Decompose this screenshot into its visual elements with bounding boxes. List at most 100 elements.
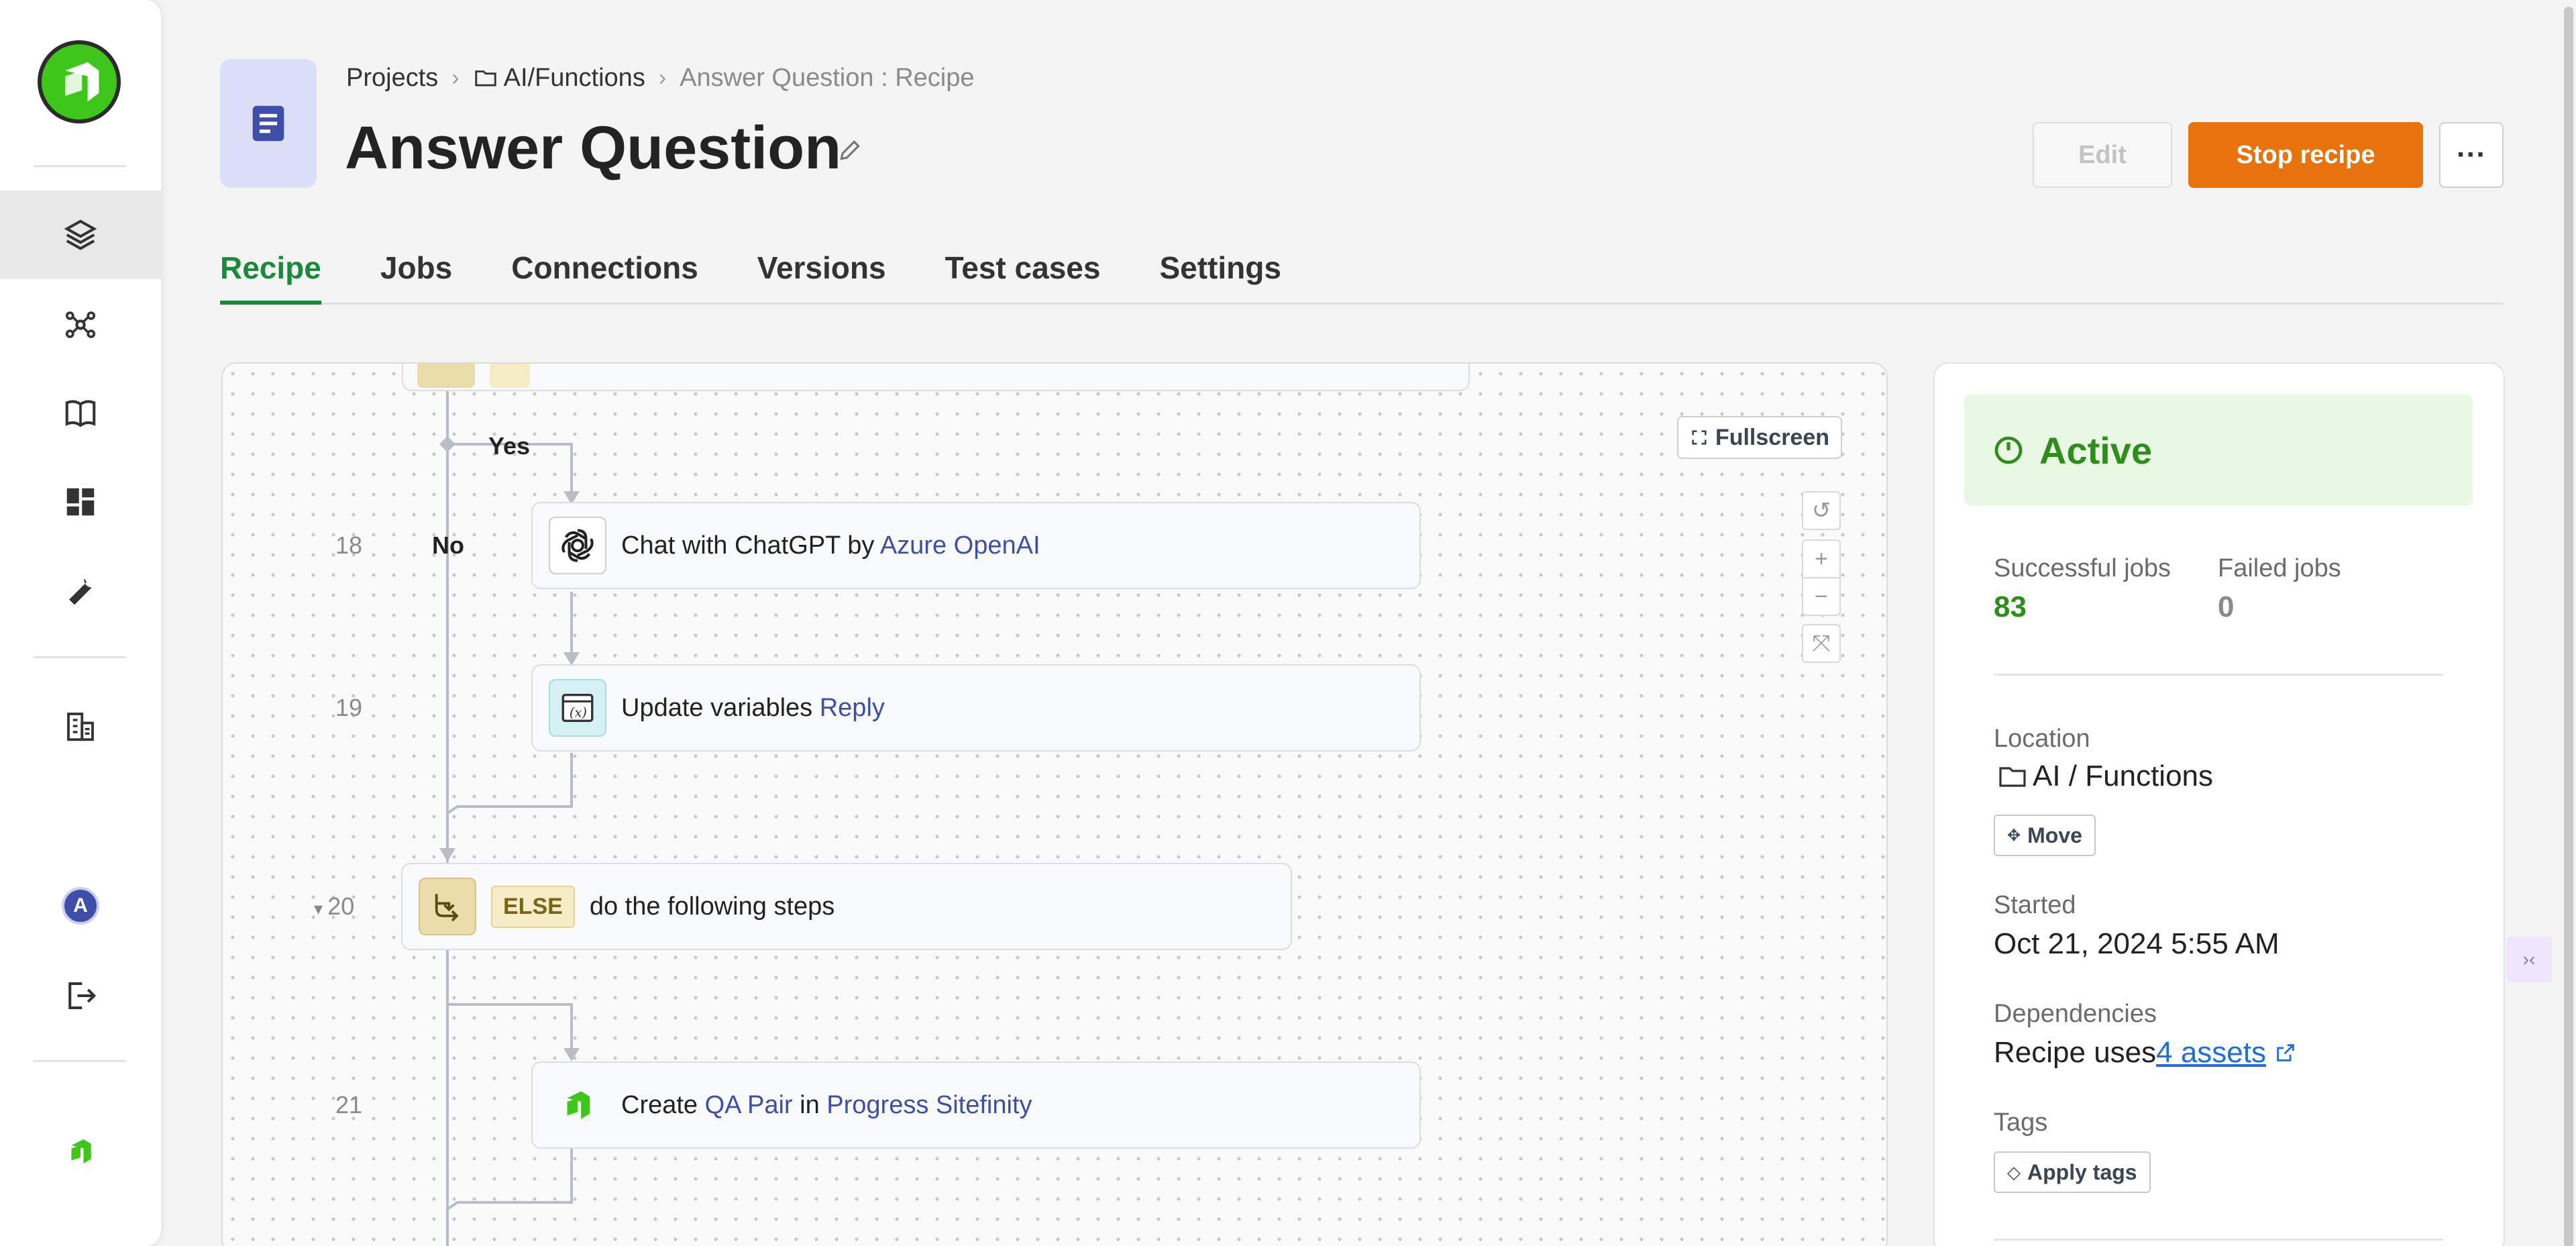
stop-recipe-button[interactable]: Stop recipe [2188,122,2423,188]
layers-icon [64,219,97,250]
reset-icon: ↺ [1811,498,1831,523]
tab-recipe[interactable]: Recipe [220,247,321,305]
sitefinity-icon [549,1076,606,1134]
nav-sign-out[interactable] [0,951,161,1040]
nav-organization[interactable] [0,682,161,770]
tags-label: Tags [1994,1108,2048,1137]
failed-jobs-label: Failed jobs [2218,554,2341,582]
edit-button[interactable]: Edit [2033,122,2172,188]
zoom-out-button[interactable]: − [1802,577,1841,616]
folder-icon [1999,767,2026,787]
location-text: AI / Functions [2033,760,2214,792]
collapse-caret-icon[interactable]: ▾ [314,898,327,919]
tab-jobs[interactable]: Jobs [380,247,452,305]
step-text: Chat with ChatGPT by Azure OpenAI [621,531,1040,560]
chevron-right-icon: › [658,64,667,91]
step-app-link[interactable]: Azure OpenAI [880,531,1040,560]
reset-view-button[interactable]: ↺ [1802,491,1841,530]
step-action: Chat with ChatGPT by [621,531,880,560]
nav-account[interactable]: A [0,862,161,950]
building-icon [67,713,94,741]
status-label: Active [2039,429,2153,472]
minus-icon: − [1815,583,1828,609]
panel-divider [1994,1239,2443,1241]
successful-jobs-count[interactable]: 83 [1994,590,2027,624]
tab-settings[interactable]: Settings [1159,247,1281,305]
step-text: Update variables Reply [621,694,885,723]
tab-test-cases[interactable]: Test cases [945,247,1101,305]
page-scrollbar[interactable] [2563,0,2576,1246]
pencil-icon[interactable] [837,138,863,163]
assets-link[interactable]: 4 assets [2156,1036,2266,1070]
fullscreen-button[interactable]: Fullscreen [1677,416,1842,459]
apply-tags-button[interactable]: ◇ Apply tags [1994,1151,2151,1193]
panel-divider [1994,674,2443,676]
move-label: Move [2027,823,2082,847]
progress-logo-icon [71,1139,91,1163]
step-in: in [792,1090,827,1119]
step-update-variables[interactable]: (x) Update variables Reply [531,664,1421,751]
breadcrumb-folder-label: AI/Functions [503,63,645,92]
scrollbar-thumb[interactable] [2564,7,2573,1246]
started-label: Started [1994,891,2076,919]
recipe-tabs: Recipe Jobs Connections Versions Test ca… [220,247,2504,305]
nav-dashboard[interactable] [0,458,161,546]
fit-view-button[interactable]: ⤧ [1802,624,1841,663]
recipe-doc-icon [220,59,317,188]
step-number: ▾ 20 [314,892,354,921]
breadcrumb-folder[interactable]: AI/Functions [473,64,645,93]
collapse-panel-icon: ›‹ [2522,949,2536,970]
nav-product-logo[interactable] [0,1107,161,1196]
step-create-qa-pair[interactable]: Create QA Pair in Progress Sitefinity [531,1061,1421,1149]
nav-projects[interactable] [0,191,161,279]
external-link-icon[interactable] [2274,1041,2297,1064]
nav-docs[interactable] [0,369,161,458]
breadcrumb-current: Answer Question : Recipe [680,63,975,92]
openai-icon [549,517,606,574]
step-object-link[interactable]: QA Pair [705,1091,793,1119]
step-chat-chatgpt[interactable]: Chat with ChatGPT by Azure OpenAI [531,502,1421,589]
power-icon [1994,436,2023,464]
step-number-value: 20 [327,892,355,920]
move-button[interactable]: ✥ Move [1994,815,2096,856]
step-else[interactable]: ELSE do the following steps [401,863,1292,950]
breadcrumb-projects[interactable]: Projects [346,64,438,93]
app-logo[interactable] [38,40,121,123]
dependencies-value: Recipe uses 4 assets [1994,1036,2297,1070]
step-number: 18 [335,531,363,559]
location-value[interactable]: AI / Functions [1996,760,2213,793]
more-options-button[interactable]: ··· [2439,122,2504,188]
tab-versions[interactable]: Versions [757,247,886,305]
step-text: Create QA Pair in Progress Sitefinity [621,1091,1032,1120]
wrench-icon [69,578,92,605]
fit-icon: ⤧ [1812,630,1831,656]
page-title: Answer Question [345,115,842,182]
fullscreen-label: Fullscreen [1715,424,1830,450]
move-icon: ✥ [2007,826,2021,845]
tag-icon: ◇ [2007,1161,2021,1182]
breadcrumb: Projects › AI/Functions › Answer Questio… [346,59,974,97]
step-app-link[interactable]: Progress Sitefinity [826,1091,1032,1119]
step-number: 19 [335,694,363,721]
location-label: Location [1994,725,2090,753]
failed-jobs-count[interactable]: 0 [2218,590,2234,624]
step-text: do the following steps [589,892,835,921]
sign-out-icon [68,982,97,1010]
assistant-side-tab[interactable]: ›‹ [2506,937,2552,982]
nav-tools[interactable] [0,546,161,635]
zoom-in-button[interactable]: + [1802,539,1841,578]
status-badge: Active [1964,395,2473,506]
nav-workspace[interactable] [0,280,161,369]
dashboard-icon [66,488,95,516]
svg-text:(x): (x) [570,705,587,720]
left-sidebar: A [0,0,161,1246]
branch-icon [419,878,476,935]
step-variable-link[interactable]: Reply [820,694,885,722]
tab-connections[interactable]: Connections [511,247,698,305]
step-number: 21 [335,1091,363,1119]
plus-icon: + [1815,546,1828,572]
folder-icon [474,70,496,87]
expand-icon [1692,430,1707,445]
network-icon [65,311,96,338]
book-icon [65,400,96,427]
